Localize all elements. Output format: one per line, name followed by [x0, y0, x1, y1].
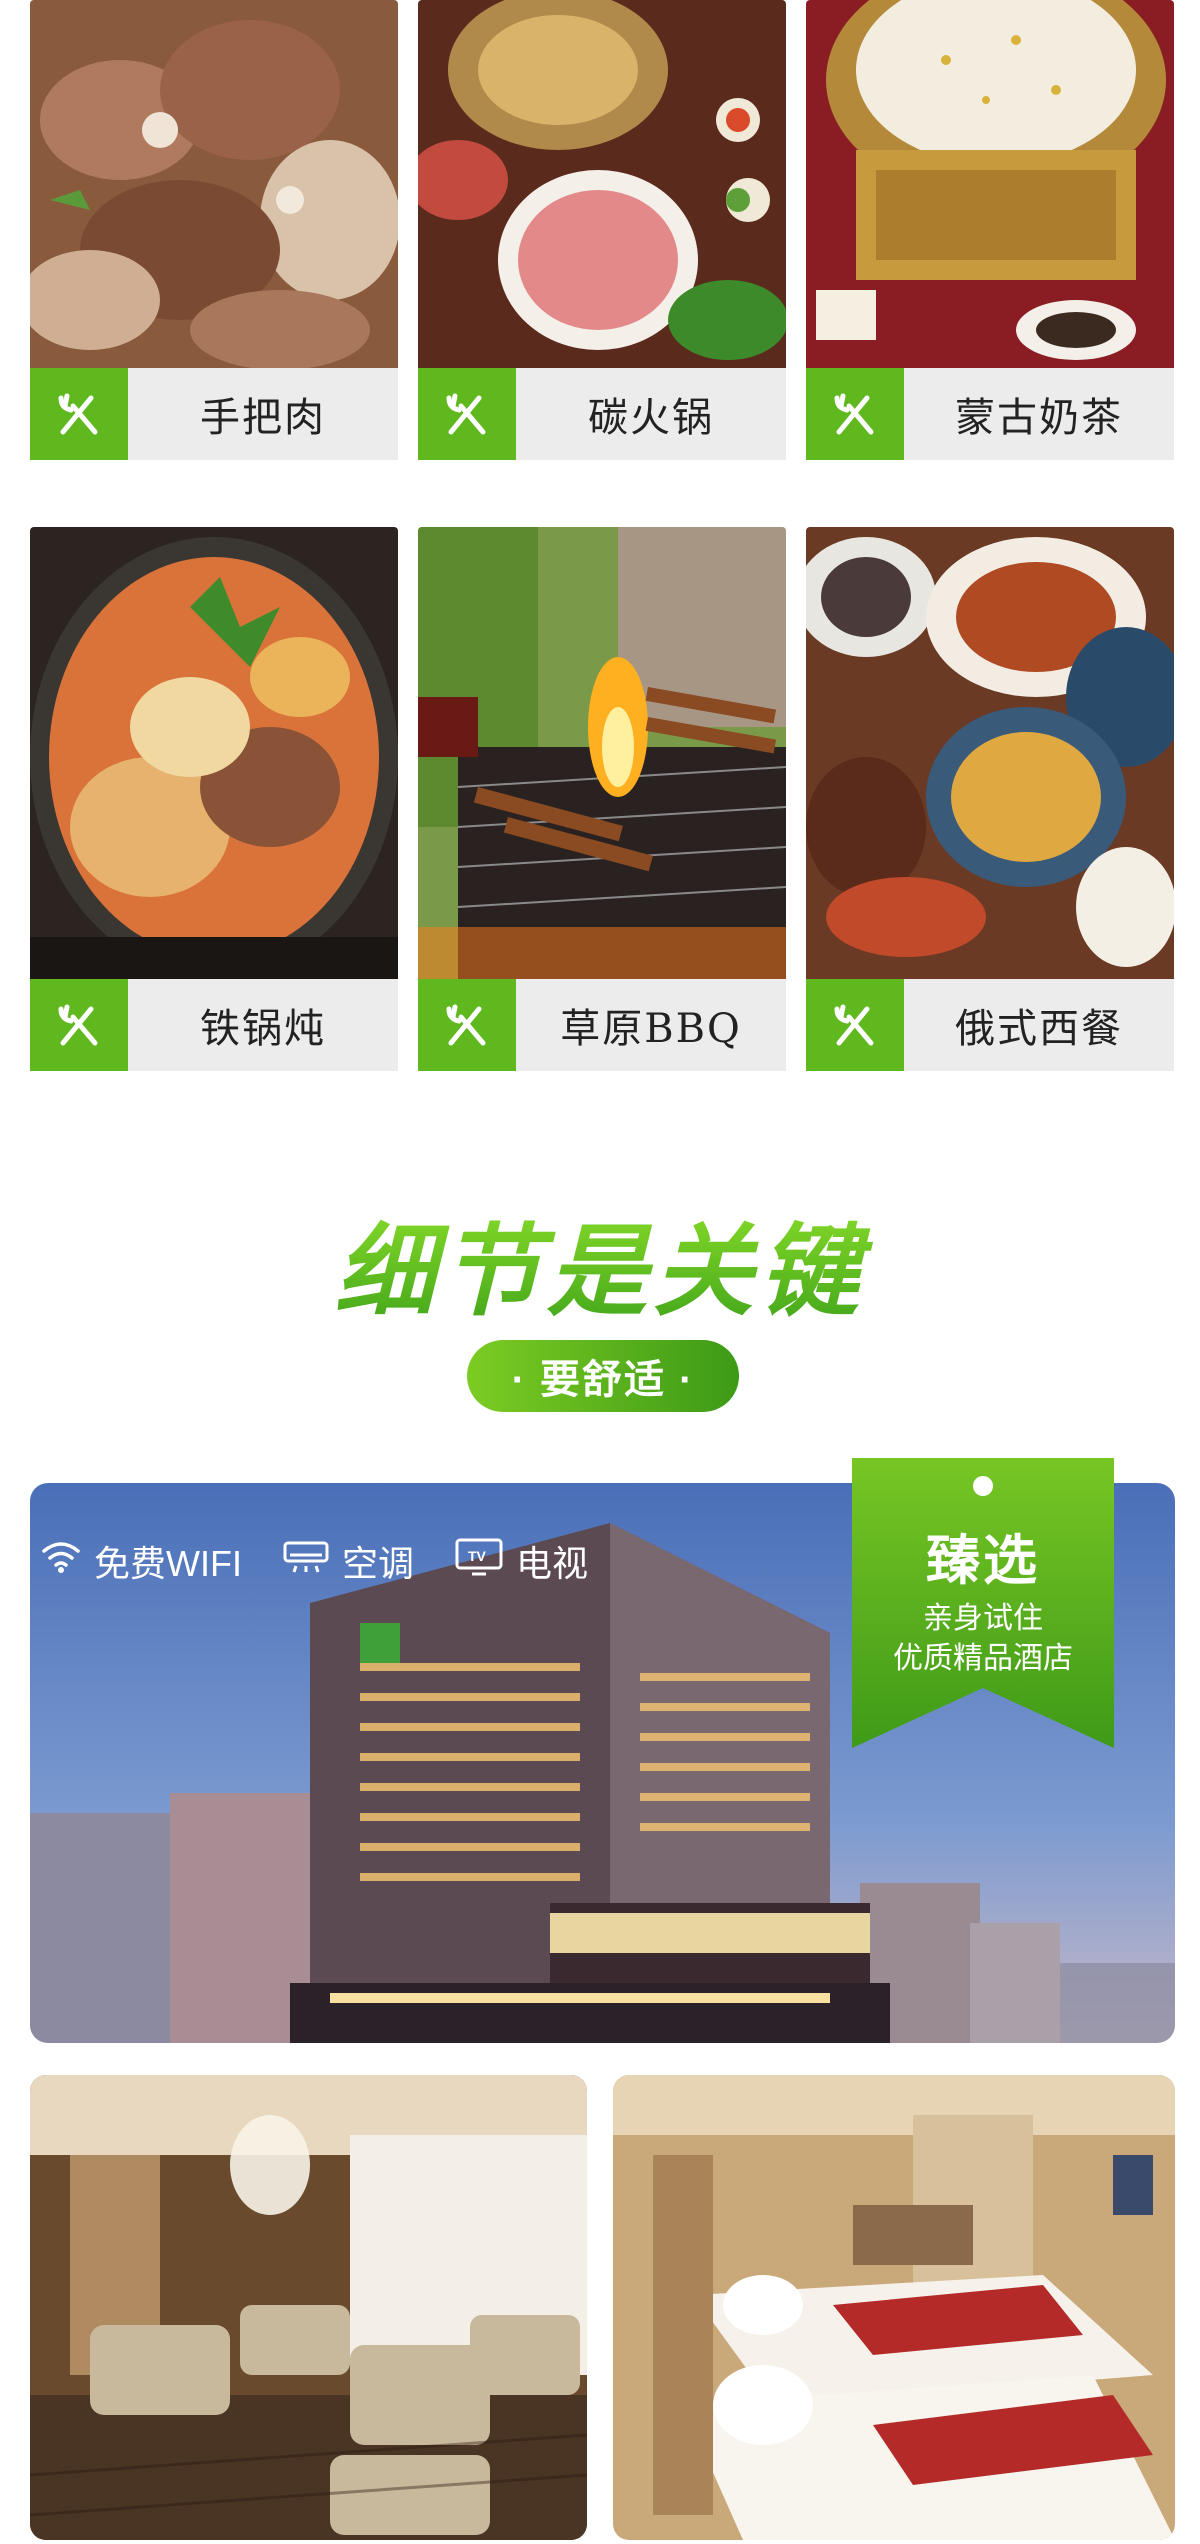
hotel-room-photo: [613, 2075, 1175, 2540]
dish-label-bar: 俄式西餐: [806, 979, 1174, 1071]
wifi-icon: [40, 1539, 82, 1584]
dish-card-bbq[interactable]: 草原BBQ: [418, 527, 786, 1071]
amenity-label: 空调: [341, 1543, 414, 1584]
dish-label-bar: 手把肉: [30, 368, 398, 460]
section-headline: 细节是关键: [0, 1190, 1200, 1335]
badge-line1: 亲身试住: [923, 1602, 1043, 1635]
dish-label-bar: 碳火锅: [418, 368, 786, 460]
dish-label-bar: 蒙古奶茶: [806, 368, 1174, 460]
svg-text:TV: TV: [468, 1548, 487, 1564]
tv-icon: TV: [454, 1537, 504, 1586]
dish-label-bar: 铁锅炖: [30, 979, 398, 1071]
dish-name: 俄式西餐: [955, 1006, 1123, 1052]
dish-photo: [806, 527, 1174, 979]
dish-photo: [30, 0, 398, 368]
utensils-icon: [30, 979, 128, 1071]
selection-badge: 臻选 亲身试住 优质精品酒店: [852, 1458, 1114, 1748]
dish-card-tanhuoguo[interactable]: 碳火锅: [418, 0, 786, 460]
dish-photo: [30, 527, 398, 979]
hotel-lobby-photo: [30, 2075, 587, 2540]
dish-card-russian[interactable]: 俄式西餐: [806, 527, 1174, 1071]
dish-name: 碳火锅: [588, 395, 714, 441]
badge-line2: 优质精品酒店: [893, 1642, 1073, 1675]
badge-title: 臻选: [926, 1531, 1040, 1591]
section-pill: · 要舒适 ·: [467, 1340, 739, 1412]
utensils-icon: [806, 368, 904, 460]
dish-name: 手把肉: [200, 395, 326, 441]
utensils-icon: [418, 979, 516, 1071]
amenity-label: 电视: [516, 1543, 589, 1584]
utensils-icon: [806, 979, 904, 1071]
amenity-label: 免费WIFI: [94, 1543, 242, 1584]
dish-label-bar: 草原BBQ: [418, 979, 786, 1071]
amenity-tv: TV 电视: [454, 1535, 588, 1587]
dish-name: 铁锅炖: [200, 1006, 326, 1052]
dish-name: 蒙古奶茶: [955, 395, 1123, 441]
dish-card-milk-tea[interactable]: 蒙古奶茶: [806, 0, 1174, 460]
amenity-ac: 空调: [282, 1535, 414, 1587]
dish-name: 草原BBQ: [560, 1006, 742, 1052]
dish-photo: [806, 0, 1174, 368]
amenities-bar: 免费WIFI 空调 TV 电视: [40, 1535, 588, 1587]
utensils-icon: [418, 368, 516, 460]
amenity-wifi: 免费WIFI: [40, 1535, 242, 1587]
dish-photo: [418, 0, 786, 368]
dish-photo: [418, 527, 786, 979]
dish-card-tieguodun[interactable]: 铁锅炖: [30, 527, 398, 1071]
air-conditioner-icon: [282, 1539, 330, 1584]
utensils-icon: [30, 368, 128, 460]
dish-card-shouba-rou[interactable]: 手把肉: [30, 0, 398, 460]
